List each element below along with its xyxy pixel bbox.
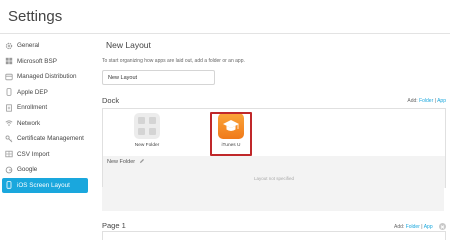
sidebar-item-ios-screen-layout[interactable]: iOS Screen Layout [2,177,88,193]
table-icon [5,150,13,158]
folder-name[interactable]: New Folder [107,158,145,166]
wifi-icon [5,119,13,127]
top-bar: Settings [0,0,450,34]
sidebar-item-general[interactable]: General [0,38,92,54]
sidebar-item-google[interactable]: Google [0,162,92,178]
add-folder-link[interactable]: Folder [419,98,433,104]
sidebar-item-managed-distribution[interactable]: Managed Distribution [0,69,92,85]
folder-panel: New Folder Layout not specified [103,156,445,188]
folder-icon [134,113,160,139]
add-prefix: Add: [394,223,405,230]
folder-panel-lower [102,187,444,211]
sidebar-item-label: Managed Distribution [17,73,77,81]
page-area[interactable] [102,231,446,240]
sidebar: General Microsoft BSP Managed Distributi… [0,38,92,193]
page-label: Page 1 [102,221,126,230]
selection-highlight [210,112,252,156]
sidebar-item-apple-dep[interactable]: Apple DEP [0,85,92,101]
sidebar-item-network[interactable]: Network [0,116,92,132]
grid-icon [5,73,13,81]
sidebar-item-label: Certificate Management [17,135,84,143]
separator: | [421,223,423,230]
windows-icon [5,57,13,65]
sidebar-item-label: Network [17,119,41,127]
pencil-icon[interactable] [135,158,145,166]
sidebar-item-label: Apple DEP [17,88,48,96]
dock-add-actions: Add: Folder | App [407,98,446,104]
dock-item-new-folder[interactable]: New Folder [125,113,169,148]
page-title: Settings [8,8,63,25]
sidebar-item-label: Enrollment [17,104,48,112]
sidebar-item-label: CSV Import [17,150,50,158]
key-icon [5,135,13,143]
add-folder-link[interactable]: Folder [406,224,420,230]
document-icon [5,104,13,112]
sidebar-item-label: Microsoft BSP [17,57,57,65]
dock-label: Dock [102,96,120,105]
separator: | [434,98,436,104]
remove-page-icon[interactable] [439,223,446,230]
device-icon [5,88,13,97]
sidebar-item-enrollment[interactable]: Enrollment [0,100,92,116]
add-prefix: Add: [407,98,418,104]
gear-icon [5,42,13,50]
sidebar-item-label: iOS Screen Layout [17,181,70,189]
google-icon [5,166,13,174]
sidebar-item-microsoft-bsp[interactable]: Microsoft BSP [0,54,92,70]
sidebar-item-label: Google [17,166,38,174]
page-add-actions: Add: Folder | App [394,223,446,230]
folder-empty-text: Layout not specified [253,176,295,181]
phone-icon [5,181,13,190]
sidebar-item-csv-import[interactable]: CSV Import [0,147,92,163]
layout-name-input[interactable] [102,70,215,85]
instructions-text: To start organizing how apps are laid ou… [102,58,245,64]
app-label: New Folder [134,143,160,148]
sidebar-item-certificate-management[interactable]: Certificate Management [0,131,92,147]
layout-title: New Layout [106,40,151,50]
dock-area[interactable]: New Folder iTunes U New Folder Layout no… [102,108,446,188]
add-app-link[interactable]: App [424,224,433,230]
sidebar-item-label: General [17,42,40,50]
add-app-link[interactable]: App [437,98,446,104]
folder-name-label: New Folder [107,159,136,165]
